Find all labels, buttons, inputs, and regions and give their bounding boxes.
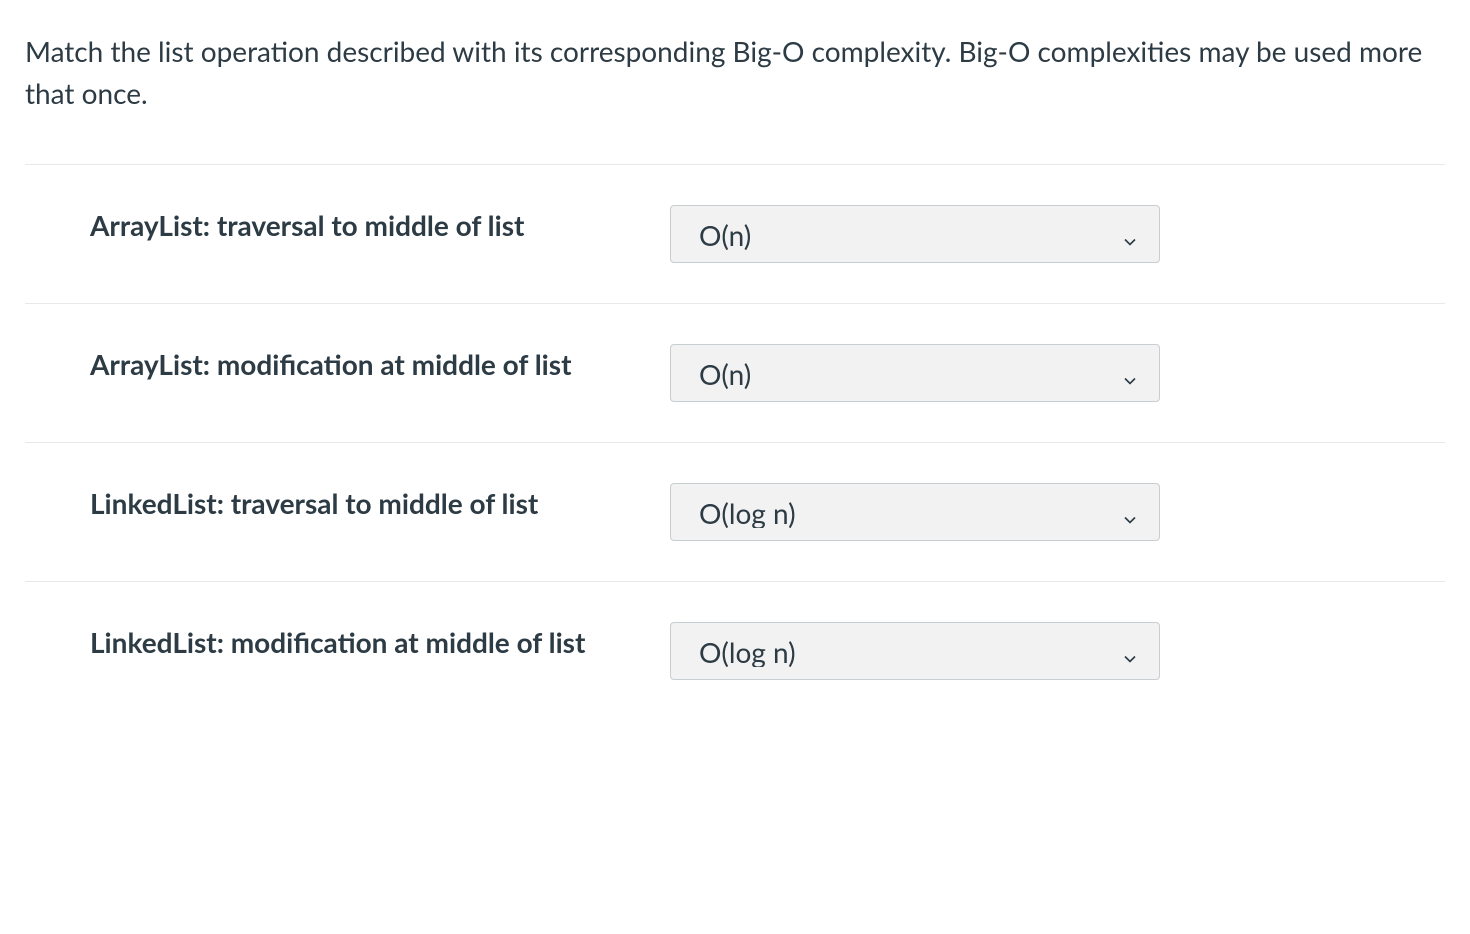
select-wrapper: O(n) — [670, 344, 1160, 402]
match-row: ArrayList: traversal to middle of list O… — [25, 164, 1445, 303]
match-label: LinkedList: modification at middle of li… — [90, 622, 670, 663]
match-label: ArrayList: modification at middle of lis… — [90, 344, 670, 385]
match-row: ArrayList: modification at middle of lis… — [25, 303, 1445, 442]
question-prompt: Match the list operation described with … — [25, 30, 1445, 114]
complexity-select[interactable]: O(log n) — [670, 483, 1160, 541]
match-label: ArrayList: traversal to middle of list — [90, 205, 670, 246]
select-wrapper: O(n) — [670, 205, 1160, 263]
complexity-select[interactable]: O(log n) — [670, 622, 1160, 680]
complexity-select[interactable]: O(n) — [670, 344, 1160, 402]
select-wrapper: O(log n) — [670, 483, 1160, 541]
match-label: LinkedList: traversal to middle of list — [90, 483, 670, 524]
match-row: LinkedList: traversal to middle of list … — [25, 442, 1445, 581]
complexity-select[interactable]: O(n) — [670, 205, 1160, 263]
match-row: LinkedList: modification at middle of li… — [25, 581, 1445, 720]
select-wrapper: O(log n) — [670, 622, 1160, 680]
